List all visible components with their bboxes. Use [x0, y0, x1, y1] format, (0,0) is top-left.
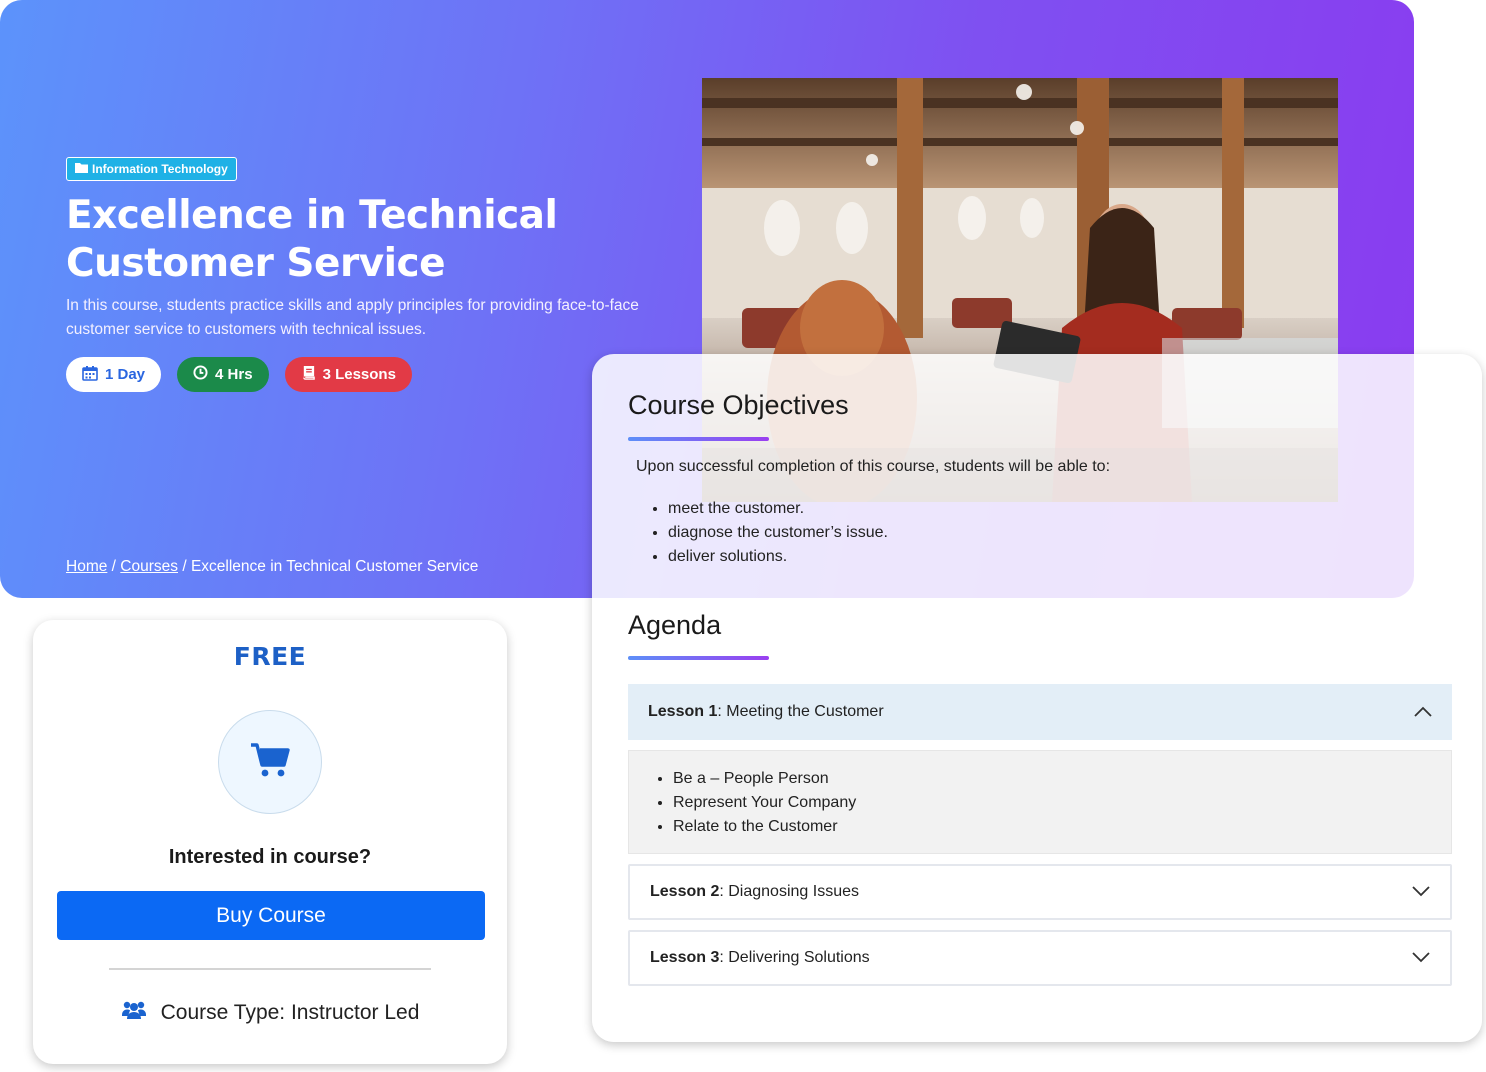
objectives-title: Course Objectives — [628, 390, 849, 420]
buy-course-button[interactable]: Buy Course — [57, 891, 485, 940]
cart-badge — [218, 710, 322, 814]
calendar-icon — [82, 365, 98, 385]
objective-item: diagnose the customer’s issue. — [668, 521, 888, 545]
interest-prompt: Interested in course? — [168, 846, 372, 868]
course-meta-pills: 1 Day 4 Hrs 3 Lessons — [66, 357, 412, 392]
lesson-number: Lesson 2 — [650, 883, 720, 900]
objectives-list: meet the customer. diagnose the customer… — [668, 497, 888, 569]
lesson-number: Lesson 1 — [648, 703, 718, 720]
breadcrumb-separator: / — [111, 558, 116, 575]
lesson-name: : Diagnosing Issues — [719, 883, 859, 900]
folder-icon — [75, 162, 88, 176]
course-price: FREE — [233, 642, 307, 671]
lesson-name: : Meeting the Customer — [717, 703, 884, 720]
duration-pill: 1 Day — [66, 357, 162, 392]
chevron-up-icon[interactable] — [1414, 704, 1432, 721]
book-icon — [301, 365, 316, 384]
breadcrumb-courses-link[interactable]: Courses — [120, 558, 178, 575]
divider — [109, 968, 431, 970]
agenda-title-underline — [628, 656, 769, 660]
course-details-card: Course Objectives Upon successful comple… — [592, 354, 1482, 1042]
course-description: In this course, students practice skills… — [66, 297, 639, 338]
breadcrumb-current: Excellence in Technical Customer Service — [190, 558, 479, 575]
chevron-down-icon[interactable] — [1412, 950, 1430, 967]
lesson-1-content: Be a – People Person Represent Your Comp… — [628, 750, 1452, 854]
course-type-text: Course Type: Instructor Led — [160, 1001, 420, 1024]
chevron-down-icon[interactable] — [1412, 884, 1430, 901]
objective-item: deliver solutions. — [668, 545, 888, 569]
lesson-2-accordion[interactable]: Lesson 2: Diagnosing Issues — [628, 864, 1452, 920]
shopping-cart-icon — [250, 742, 290, 783]
lesson-number: Lesson 3 — [650, 949, 720, 966]
breadcrumb-home-link[interactable]: Home — [66, 558, 107, 575]
course-type: Course Type: Instructor Led — [33, 1000, 507, 1026]
lesson-1-topics: Be a – People Person Represent Your Comp… — [673, 767, 856, 839]
lesson-topic: Be a – People Person — [673, 767, 856, 791]
category-label: Information Technology — [92, 162, 228, 176]
category-badge[interactable]: Information Technology — [66, 157, 237, 181]
hours-text: 4 Hrs — [215, 366, 253, 383]
lesson-3-accordion[interactable]: Lesson 3: Delivering Solutions — [628, 930, 1452, 986]
hours-pill: 4 Hrs — [177, 357, 269, 392]
lesson-3-header[interactable]: Lesson 3: Delivering Solutions — [630, 932, 1450, 984]
lesson-name: : Delivering Solutions — [719, 949, 870, 966]
breadcrumb: Home / Courses / Excellence in Technical… — [66, 558, 478, 576]
lesson-topic: Relate to the Customer — [673, 815, 856, 839]
duration-text: 1 Day — [105, 366, 146, 383]
objectives-title-underline — [628, 437, 769, 441]
clock-icon — [193, 365, 208, 384]
objective-item: meet the customer. — [668, 497, 888, 521]
course-title: Excellence in Technical Customer Service — [66, 193, 558, 286]
lesson-topic: Represent Your Company — [673, 791, 856, 815]
lesson-1-accordion[interactable]: Lesson 1: Meeting the Customer — [628, 684, 1452, 740]
lesson-2-header[interactable]: Lesson 2: Diagnosing Issues — [630, 866, 1450, 918]
lessons-text: 3 Lessons — [322, 366, 396, 383]
agenda-title: Agenda — [628, 610, 722, 640]
breadcrumb-separator: / — [182, 558, 187, 575]
users-icon — [121, 1000, 147, 1026]
lessons-pill: 3 Lessons — [284, 357, 412, 392]
lesson-1-header[interactable]: Lesson 1: Meeting the Customer — [628, 684, 1452, 740]
pricing-card: FREE Interested in course? Buy Course Co… — [33, 620, 507, 1064]
objectives-intro: Upon successful completion of this cours… — [636, 458, 1111, 475]
